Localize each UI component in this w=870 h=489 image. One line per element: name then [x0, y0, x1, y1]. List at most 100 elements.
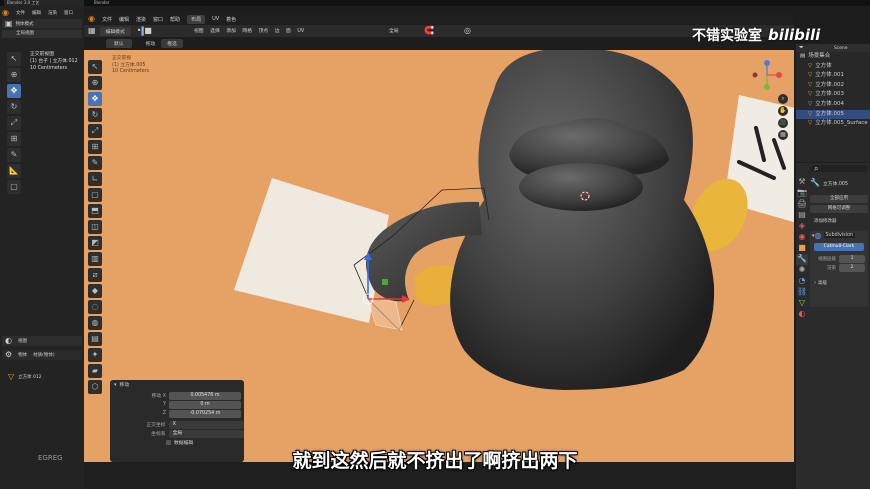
vp-shear-icon[interactable]: ▰ [88, 364, 102, 378]
op-axis-dropdown[interactable]: X [168, 420, 244, 429]
left-object-row[interactable]: ▽ 立方体.012 [2, 372, 82, 381]
view-layer-tab-icon[interactable]: ▤ [796, 210, 808, 221]
add-menu-item[interactable]: 添加 [226, 29, 236, 34]
tab-layout[interactable]: 布局 [187, 14, 206, 24]
vp-bevel-icon[interactable]: ◩ [88, 236, 102, 250]
vp-add-cube-icon[interactable]: ▢ [88, 188, 102, 202]
op-y-field[interactable]: 0 m [169, 400, 241, 409]
tab-shading[interactable]: 着色 [226, 16, 236, 23]
vp-scale-tool-icon[interactable]: ⤢ [88, 124, 102, 138]
mode-dropdown[interactable]: 编辑模式 [99, 26, 131, 36]
vp-rotate-tool-icon[interactable]: ↻ [88, 108, 102, 122]
outliner-row[interactable]: ▤ 场景集合 [796, 52, 870, 62]
left-view-label[interactable]: 全局视图 [16, 31, 34, 36]
catmull-clark-button[interactable]: Catmull-Clark [814, 243, 864, 251]
outliner-row[interactable]: ▽ 立方体.001 [796, 71, 870, 81]
pivot-dropdown[interactable]: 全局 [389, 27, 399, 34]
left-bottom-view[interactable]: 视图 [18, 338, 27, 344]
vp-spin-icon[interactable]: ◌ [88, 300, 102, 314]
tab-uv[interactable]: UV [212, 16, 219, 22]
vp-edge-slide-icon[interactable]: ▤ [88, 332, 102, 346]
vp-rip-icon[interactable]: ⬡ [88, 380, 102, 394]
vp-cursor-tool-icon[interactable]: ⊕ [88, 76, 102, 90]
vp-annotate-tool-icon[interactable]: ✎ [88, 156, 102, 170]
scale-tool-icon[interactable]: ⤢ [7, 116, 21, 130]
vp-measure-tool-icon[interactable]: ∟ [88, 172, 102, 186]
measure-tool-icon[interactable]: 📐 [7, 164, 21, 178]
add-modifier-button[interactable]: 添加修改器 [810, 217, 868, 226]
scene-tab-icon[interactable]: ◈ [796, 221, 808, 232]
left-menu-file[interactable]: 文件 [16, 10, 25, 16]
vp-smooth-icon[interactable]: ◍ [88, 316, 102, 330]
face-menu-item[interactable]: 面 [286, 29, 291, 34]
properties-search[interactable]: ⌕ [810, 164, 868, 173]
op-x-field[interactable]: 0.005476 m [169, 391, 241, 400]
world-tab-icon[interactable]: ◉ [796, 232, 808, 243]
tool-tab-icon[interactable]: ⚒ [796, 177, 808, 188]
select-menu-item[interactable]: 选择 [210, 29, 220, 34]
left-menu-window[interactable]: 窗口 [64, 10, 73, 16]
menu-edit[interactable]: 编辑 [119, 16, 129, 23]
orientation-dropdown[interactable]: 默认 [106, 38, 132, 48]
outliner-row[interactable]: ▽ 立方体.002 [796, 81, 870, 91]
op-checkbox[interactable] [166, 440, 171, 445]
left-mode-dropdown[interactable]: 物体模式 [16, 21, 34, 27]
move-tool-icon[interactable]: ✥ [7, 84, 21, 98]
editor-type-icon[interactable]: ◐ [5, 336, 12, 346]
proportional-edit-icon[interactable]: ◎ [464, 26, 471, 36]
menu-file[interactable]: 文件 [102, 16, 112, 23]
outliner-row[interactable]: ▽ 立方体.004 [796, 100, 870, 110]
main-blender-logo-icon[interactable]: ◉ [88, 14, 95, 24]
navigation-gizmo[interactable] [752, 60, 782, 90]
select-box-dropdown[interactable]: 框选 [161, 38, 183, 48]
menu-window[interactable]: 窗口 [153, 16, 163, 23]
view-menu-item[interactable]: 视图 [194, 29, 204, 34]
blender-logo-icon[interactable]: ◉ [2, 8, 9, 18]
add-cube-tool-icon[interactable]: ▢ [7, 180, 21, 194]
menu-help[interactable]: 帮助 [170, 16, 180, 23]
face-select-icon[interactable]: ■ [144, 26, 152, 36]
levels-render-field[interactable]: 2 [839, 263, 865, 272]
op-orient-dropdown[interactable]: 全局 [168, 429, 244, 438]
editor-type-icon[interactable]: ▦ [88, 26, 96, 36]
vp-extrude-icon[interactable]: ⬒ [88, 204, 102, 218]
particles-tab-icon[interactable]: ✺ [796, 265, 808, 276]
vp-transform-tool-icon[interactable]: ⊞ [88, 140, 102, 154]
output-tab-icon[interactable]: 🖨 [796, 199, 808, 210]
vp-shrink-icon[interactable]: ✦ [88, 348, 102, 362]
3d-viewport[interactable]: ↖ ⊕ ✥ ↻ ⤢ ⊞ ✎ ∟ ▢ ⬒ ◫ ◩ ▥ ⧄ ◆ ◌ ◍ ▤ ✦ ▰ … [84, 50, 794, 462]
editable-mesh-button[interactable]: 网格可调整 [810, 205, 868, 213]
advanced-section[interactable]: › 高级 [810, 278, 868, 287]
menu-render[interactable]: 渲染 [136, 16, 146, 23]
modifier-header[interactable]: ▾ ◍ Subdivision [810, 231, 868, 240]
op-panel-header[interactable]: ▾ 移动 [110, 380, 244, 389]
vp-move-tool-icon[interactable]: ✥ [88, 92, 102, 106]
left-bottom-object[interactable]: 物体 [18, 352, 27, 358]
vp-knife-icon[interactable]: ⧄ [88, 268, 102, 282]
vp-polybuild-icon[interactable]: ◆ [88, 284, 102, 298]
mesh-menu-item[interactable]: 网格 [242, 29, 252, 34]
physics-tab-icon[interactable]: ◔ [796, 276, 808, 287]
pan-hand-icon[interactable]: ✋ [778, 106, 788, 116]
cursor-tool-icon[interactable]: ⊕ [7, 68, 21, 82]
left-menu-render[interactable]: 渲染 [48, 10, 57, 16]
transform-tool-icon[interactable]: ⊞ [7, 132, 21, 146]
object-tab-icon[interactable]: ■ [796, 243, 808, 254]
levels-viewport-field[interactable]: 1 [839, 254, 865, 263]
modifier-tab-icon[interactable]: 🔧 [796, 254, 808, 265]
outliner-row[interactable]: ▽ 立方体 [796, 62, 870, 72]
edge-menu-item[interactable]: 边 [275, 29, 280, 34]
op-z-field[interactable]: -0.070254 m [169, 409, 241, 418]
snap-icon[interactable]: 🧲 [424, 26, 434, 36]
material-tab-icon[interactable]: ◐ [796, 309, 808, 320]
left-menu-edit[interactable]: 编辑 [32, 10, 41, 16]
zoom-icon[interactable]: ⌕ [778, 94, 788, 104]
left-bottom-material[interactable]: 材质(物体) [33, 352, 55, 358]
outliner-row[interactable]: ▽ 立方体.005 [796, 109, 870, 120]
data-tab-icon[interactable]: ▽ [796, 298, 808, 309]
vertex-menu-item[interactable]: 顶点 [259, 29, 269, 34]
vp-loopcut-icon[interactable]: ▥ [88, 252, 102, 266]
annotate-tool-icon[interactable]: ✎ [7, 148, 21, 162]
vp-select-tool-icon[interactable]: ↖ [88, 60, 102, 74]
uv-menu-item[interactable]: UV [297, 29, 304, 34]
